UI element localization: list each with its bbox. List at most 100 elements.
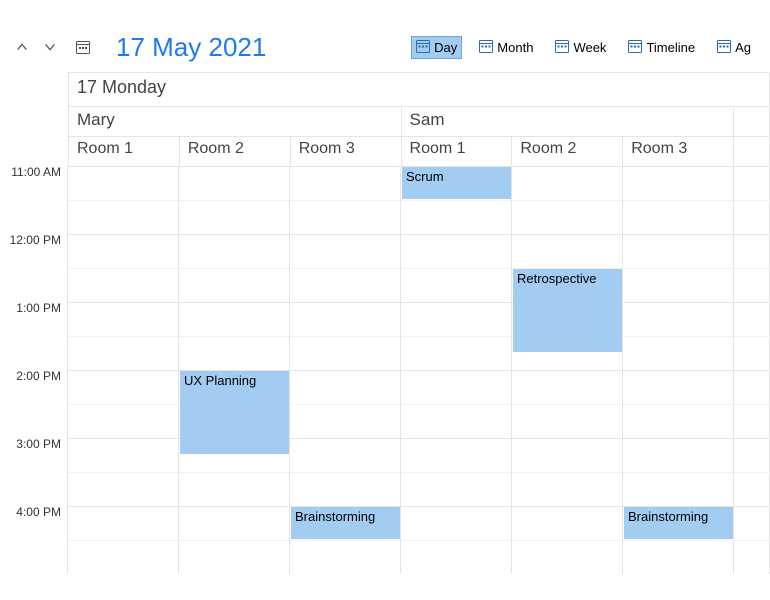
day-header: 17 Monday	[69, 72, 770, 106]
grid-cell[interactable]	[623, 336, 734, 370]
view-label: Month	[497, 40, 533, 55]
grid-cell[interactable]	[401, 268, 512, 302]
grid-cell[interactable]	[290, 302, 401, 336]
grid-cell[interactable]	[68, 472, 179, 506]
grid-cell[interactable]	[179, 200, 290, 234]
datepicker-button[interactable]	[76, 40, 90, 54]
grid-cell[interactable]	[623, 540, 734, 574]
grid-cell[interactable]	[401, 234, 512, 268]
grid-cell[interactable]	[179, 302, 290, 336]
grid-cell[interactable]	[401, 540, 512, 574]
room-header: Room 3	[291, 136, 402, 166]
grid-cell[interactable]	[68, 506, 179, 540]
grid-cell[interactable]	[290, 472, 401, 506]
time-label: 4:00 PM	[0, 506, 67, 540]
header-stub	[734, 106, 770, 136]
view-label: Ag	[735, 40, 751, 55]
event[interactable]: Brainstorming	[624, 507, 733, 539]
grid-cell[interactable]	[623, 302, 734, 336]
time-slot-minor	[0, 200, 67, 234]
grid-cell[interactable]	[512, 404, 623, 438]
grid-cell[interactable]	[512, 370, 623, 404]
grid-cell[interactable]	[179, 234, 290, 268]
grid-cell[interactable]	[68, 370, 179, 404]
view-timeline-button[interactable]: Timeline	[623, 36, 700, 59]
grid-cell[interactable]	[290, 336, 401, 370]
grid-cell[interactable]	[290, 370, 401, 404]
event-title: Scrum	[406, 169, 444, 184]
grid-cell[interactable]	[179, 166, 290, 200]
event-title: Brainstorming	[628, 509, 708, 524]
grid-stub	[734, 234, 770, 268]
grid-cell[interactable]	[623, 472, 734, 506]
schedule-grid[interactable]: Scrum Retrospective UX Planning Brainstormi…	[67, 166, 770, 574]
grid-cell[interactable]	[290, 438, 401, 472]
time-slot-minor	[0, 336, 67, 370]
grid-stub	[734, 200, 770, 234]
grid-cell[interactable]	[401, 200, 512, 234]
grid-cell[interactable]	[623, 404, 734, 438]
event[interactable]: Brainstorming	[291, 507, 400, 539]
grid-cell[interactable]	[623, 200, 734, 234]
grid-cell[interactable]	[623, 166, 734, 200]
grid-cell[interactable]	[623, 234, 734, 268]
schedule-body: 11:00 AM12:00 PM1:00 PM2:00 PM3:00 PM4:0…	[0, 166, 770, 574]
view-month-button[interactable]: Month	[474, 36, 538, 59]
room-header: Room 2	[512, 136, 623, 166]
grid-cell[interactable]	[68, 438, 179, 472]
grid-cell[interactable]	[179, 506, 290, 540]
grid-cell[interactable]	[623, 438, 734, 472]
grid-cell[interactable]	[68, 540, 179, 574]
grid-cell[interactable]	[623, 268, 734, 302]
grid-cell[interactable]	[290, 268, 401, 302]
header-stub	[734, 136, 770, 166]
grid-cell[interactable]	[68, 234, 179, 268]
grid-cell[interactable]	[512, 540, 623, 574]
calendar-icon	[416, 39, 430, 56]
time-label: 2:00 PM	[0, 370, 67, 404]
grid-cell[interactable]	[68, 268, 179, 302]
grid-cell[interactable]	[401, 472, 512, 506]
grid-cell[interactable]	[290, 404, 401, 438]
grid-cell[interactable]	[179, 472, 290, 506]
grid-cell[interactable]	[512, 438, 623, 472]
grid-cell[interactable]	[290, 200, 401, 234]
grid-cell[interactable]	[68, 336, 179, 370]
grid-cell[interactable]	[401, 506, 512, 540]
view-label: Day	[434, 40, 457, 55]
view-week-button[interactable]: Week	[550, 36, 611, 59]
grid-cell[interactable]	[290, 234, 401, 268]
grid-cell[interactable]	[68, 166, 179, 200]
grid-cell[interactable]	[512, 234, 623, 268]
grid-cell[interactable]	[401, 370, 512, 404]
grid-cell[interactable]	[68, 200, 179, 234]
grid-stub	[734, 404, 770, 438]
prev-button[interactable]	[14, 39, 30, 55]
grid-cell[interactable]	[179, 540, 290, 574]
grid-cell[interactable]	[512, 472, 623, 506]
grid-cell[interactable]	[290, 166, 401, 200]
next-button[interactable]	[42, 39, 58, 55]
event[interactable]: UX Planning	[180, 371, 289, 454]
event[interactable]: Retrospective	[513, 269, 622, 352]
event-title: Retrospective	[517, 271, 596, 286]
grid-cell[interactable]	[290, 540, 401, 574]
calendar-icon	[555, 39, 569, 56]
grid-cell[interactable]	[401, 302, 512, 336]
view-day-button[interactable]: Day	[411, 36, 462, 59]
event[interactable]: Scrum	[402, 167, 511, 199]
grid-cell[interactable]	[179, 336, 290, 370]
grid-cell[interactable]	[68, 302, 179, 336]
grid-cell[interactable]	[401, 404, 512, 438]
time-label: 1:00 PM	[0, 302, 67, 336]
grid-cell[interactable]	[512, 166, 623, 200]
view-ag-button[interactable]: Ag	[712, 36, 756, 59]
grid-cell[interactable]	[512, 506, 623, 540]
grid-cell[interactable]	[623, 370, 734, 404]
grid-cell[interactable]	[68, 404, 179, 438]
grid-cell[interactable]	[179, 268, 290, 302]
grid-cell[interactable]	[401, 438, 512, 472]
grid-cell[interactable]	[512, 200, 623, 234]
grid-cell[interactable]	[401, 336, 512, 370]
person-header: Sam	[402, 106, 735, 136]
